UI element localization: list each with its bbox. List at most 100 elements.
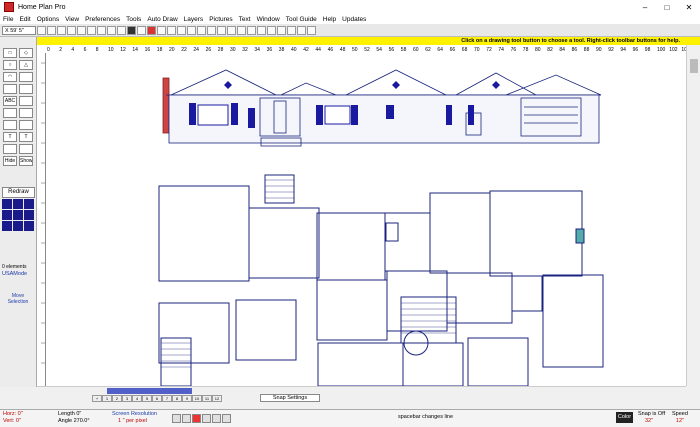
vertical-scroll-thumb[interactable] <box>690 59 698 73</box>
text-tool-icon[interactable]: T <box>3 132 17 142</box>
menu-pictures[interactable]: Pictures <box>206 16 235 23</box>
snap-settings-button[interactable]: Snap Settings <box>260 394 320 402</box>
layer-button[interactable]: 4 <box>132 394 142 402</box>
mirror-icon[interactable] <box>187 25 196 35</box>
layer-button[interactable]: 5 <box>142 394 152 402</box>
pan-tool-icon[interactable] <box>19 144 33 154</box>
layer-button[interactable]: 12 <box>212 394 222 402</box>
color-button[interactable]: Color <box>616 412 633 423</box>
move-selection-button[interactable]: Move Selection <box>4 293 32 305</box>
swatch[interactable] <box>13 221 23 231</box>
record-icon[interactable] <box>147 25 156 35</box>
menu-tools[interactable]: Tools <box>123 16 144 23</box>
menu-window[interactable]: Window <box>254 16 283 23</box>
window-tool-icon[interactable] <box>19 84 33 94</box>
layer-button[interactable]: 6 <box>152 394 162 402</box>
swatch[interactable] <box>13 199 23 209</box>
menu-edit[interactable]: Edit <box>16 16 33 23</box>
save-icon[interactable] <box>57 25 66 35</box>
menu-help[interactable]: Help <box>320 16 339 23</box>
hatch-icon[interactable] <box>297 25 306 35</box>
arc-tool-icon[interactable]: ◠ <box>3 72 17 82</box>
menu-text[interactable]: Text <box>236 16 254 23</box>
rectangle-tool-icon[interactable]: □ <box>3 48 17 58</box>
move-icon[interactable] <box>157 25 166 35</box>
back-icon[interactable] <box>287 25 296 35</box>
menu-auto-draw[interactable]: Auto Draw <box>144 16 180 23</box>
menu-layers[interactable]: Layers <box>181 16 207 23</box>
maximize-button[interactable]: □ <box>656 0 678 14</box>
zoom-window-icon[interactable] <box>192 414 201 423</box>
curve-tool-icon[interactable] <box>3 108 17 118</box>
zoom-tool-icon[interactable] <box>3 144 17 154</box>
group-icon[interactable] <box>257 25 266 35</box>
swatch[interactable] <box>2 199 12 209</box>
swatch[interactable] <box>24 210 34 220</box>
menu-file[interactable]: File <box>0 16 16 23</box>
rotate-icon[interactable] <box>167 25 176 35</box>
flip-icon[interactable] <box>177 25 186 35</box>
polygon-tool-icon[interactable] <box>19 108 33 118</box>
dimension-icon[interactable] <box>247 25 256 35</box>
arrow-tool-icon[interactable] <box>19 120 33 130</box>
paste-icon[interactable] <box>97 25 106 35</box>
menu-updates[interactable]: Updates <box>339 16 369 23</box>
vertical-scrollbar[interactable] <box>686 45 700 386</box>
layer-button[interactable]: 11 <box>202 394 212 402</box>
swatch[interactable] <box>2 221 12 231</box>
layer-button[interactable]: 9 <box>182 394 192 402</box>
drawing-canvas[interactable] <box>46 53 686 387</box>
menu-view[interactable]: View <box>62 16 82 23</box>
ungroup-icon[interactable] <box>267 25 276 35</box>
new-file-icon[interactable] <box>37 25 46 35</box>
snap-status-label[interactable]: Snap is Off <box>638 411 665 418</box>
menu-tool-guide[interactable]: Tool Guide <box>283 16 320 23</box>
fill-icon[interactable] <box>127 25 136 35</box>
menu-preferences[interactable]: Preferences <box>82 16 123 23</box>
swatch[interactable] <box>2 210 12 220</box>
front-icon[interactable] <box>277 25 286 35</box>
usa-mode-label[interactable]: USAMode <box>2 271 27 277</box>
layer-button[interactable]: 8 <box>172 394 182 402</box>
print-icon[interactable] <box>67 25 76 35</box>
diamond-tool-icon[interactable]: ◇ <box>19 48 33 58</box>
layer-button[interactable]: 2 <box>112 394 122 402</box>
layer-button[interactable]: 3 <box>122 394 132 402</box>
menu-options[interactable]: Options <box>34 16 62 23</box>
bold-text-tool-icon[interactable]: T <box>19 132 33 142</box>
swatch[interactable] <box>24 221 34 231</box>
wall-tool-icon[interactable] <box>19 72 33 82</box>
triangle-tool-icon[interactable]: △ <box>19 60 33 70</box>
swatch[interactable] <box>13 210 23 220</box>
redraw-button[interactable]: Redraw <box>2 187 35 198</box>
arrow-icon[interactable] <box>217 25 226 35</box>
align-left-icon[interactable] <box>197 25 206 35</box>
measure-icon[interactable] <box>307 25 316 35</box>
zoom-all-icon[interactable] <box>212 414 221 423</box>
open-file-icon[interactable] <box>47 25 56 35</box>
align-right-icon[interactable] <box>207 25 216 35</box>
layer-button[interactable]: 7 <box>162 394 172 402</box>
hide-tool-button[interactable]: Hide <box>3 156 17 166</box>
zoom-out-icon[interactable] <box>172 414 181 423</box>
grid-icon[interactable] <box>227 25 236 35</box>
swatch[interactable] <box>24 199 34 209</box>
zoom-fit-icon[interactable] <box>202 414 211 423</box>
layer-button[interactable]: 10 <box>192 394 202 402</box>
zoom-in-icon[interactable] <box>137 25 146 35</box>
pan-icon[interactable] <box>222 414 231 423</box>
show-tool-button[interactable]: Show <box>19 156 33 166</box>
door-tool-icon[interactable] <box>3 84 17 94</box>
undo-icon[interactable] <box>107 25 116 35</box>
abc-tool-icon[interactable]: ABC <box>3 96 17 106</box>
line-icon[interactable] <box>237 25 246 35</box>
redo-icon[interactable] <box>117 25 126 35</box>
zoom-in-icon[interactable] <box>182 414 191 423</box>
close-button[interactable]: ✕ <box>678 0 700 14</box>
minimize-button[interactable]: – <box>634 0 656 14</box>
copy-icon[interactable] <box>87 25 96 35</box>
circle-tool-icon[interactable]: ○ <box>3 60 17 70</box>
stair-tool-icon[interactable] <box>19 96 33 106</box>
add-layer-button[interactable]: + <box>92 394 102 402</box>
line-tool-icon[interactable] <box>3 120 17 130</box>
